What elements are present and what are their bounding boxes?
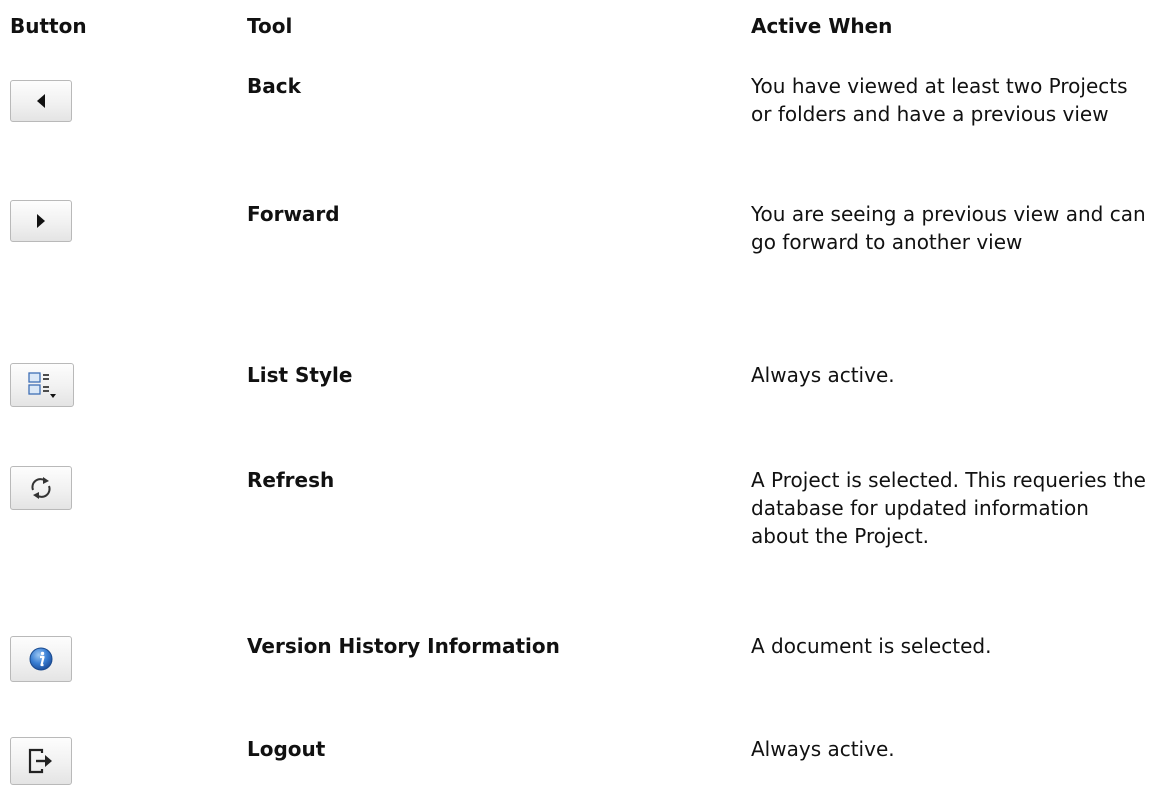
tool-name: Refresh [247,468,335,492]
column-header-tool: Tool [247,14,293,38]
column-header-active-when: Active When [751,14,893,38]
active-when-text: Always active. [751,363,895,387]
version-history-button[interactable] [10,636,72,682]
active-when-text: You have viewed at least two Projects or… [751,74,1128,126]
toolbar-reference-table: Button Tool Active When Back You have vi… [0,0,1151,789]
active-when-text: You are seeing a previous view and can g… [751,202,1146,254]
active-when-text: A Project is selected. This requeries th… [751,468,1146,548]
back-button[interactable] [10,80,72,122]
refresh-icon [28,475,54,501]
tool-name: List Style [247,363,353,387]
tool-name: Forward [247,202,340,226]
forward-arrow-icon [34,213,48,229]
column-header-button: Button [10,14,87,38]
refresh-button[interactable] [10,466,72,510]
logout-button[interactable] [10,737,72,785]
tool-name: Version History Information [247,634,560,658]
logout-icon [26,747,56,775]
list-style-icon [26,370,58,400]
list-style-button[interactable] [10,363,74,407]
active-when-text: Always active. [751,737,895,761]
active-when-text: A document is selected. [751,634,992,658]
tool-name: Logout [247,737,326,761]
back-arrow-icon [34,93,48,109]
forward-button[interactable] [10,200,72,242]
info-icon [28,646,54,672]
tool-name: Back [247,74,301,98]
